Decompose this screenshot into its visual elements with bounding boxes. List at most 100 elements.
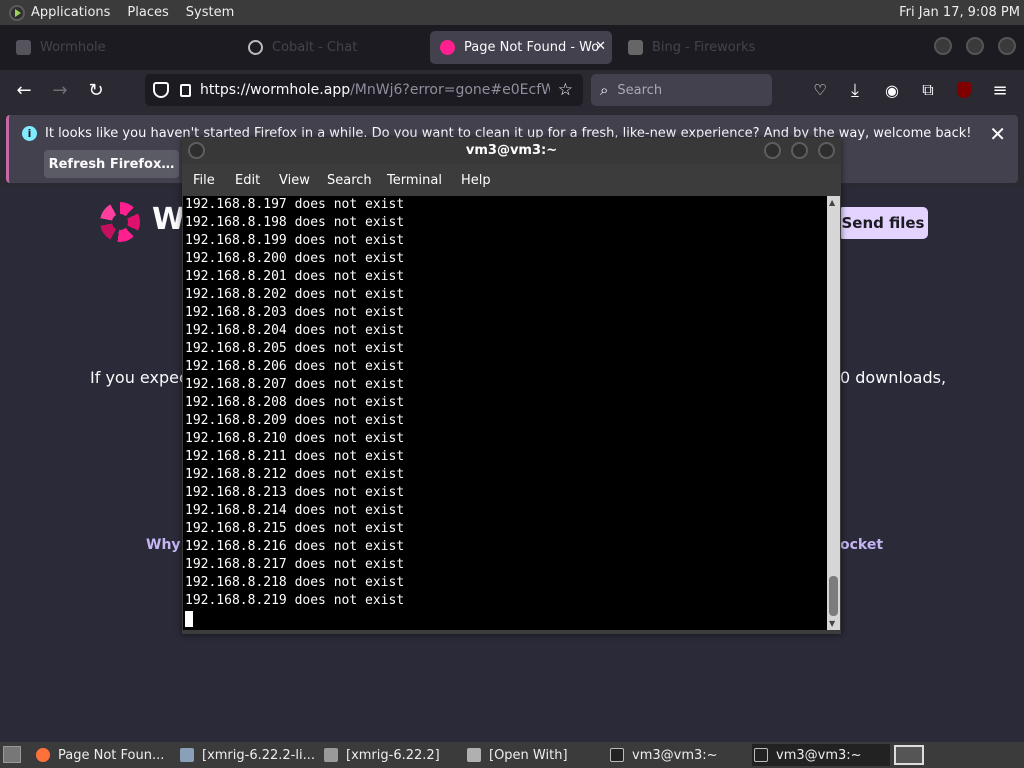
top-panel: Applications Places System Fri Jan 17, 9…	[0, 0, 1024, 25]
firefox-icon	[36, 748, 50, 762]
wormhole-favicon-icon	[16, 40, 31, 55]
workspace-switcher[interactable]	[894, 745, 924, 765]
tab-label: Page Not Found - Wo	[464, 40, 600, 55]
url-bar[interactable]: https://wormhole.app/MnWj6?error=gone#e0…	[145, 74, 583, 106]
maximize-icon[interactable]	[791, 142, 808, 159]
taskbar-item-archive[interactable]: [xmrig-6.22.2-li...	[180, 744, 318, 766]
taskbar-item-terminal-active[interactable]: vm3@vm3:~	[752, 744, 890, 766]
terminal-line: 192.168.8.218 does not exist	[185, 575, 405, 590]
menu-edit[interactable]: Edit	[235, 173, 260, 188]
scroll-down-arrow-icon[interactable]: ▼	[829, 619, 835, 628]
send-files-button[interactable]: Send files	[838, 207, 928, 239]
terminal-title: vm3@vm3:~	[465, 143, 558, 158]
extensions-icon[interactable]: ⧉	[916, 78, 940, 102]
pocket-link[interactable]: ocket	[840, 537, 883, 553]
back-arrow-icon[interactable]: ←	[12, 78, 36, 102]
window-menu-icon[interactable]	[188, 142, 205, 159]
terminal-line: 192.168.8.213 does not exist	[185, 485, 405, 500]
page-text-right: 0 downloads,	[840, 368, 947, 387]
wormhole-favicon-icon	[440, 40, 455, 55]
terminal-line: 192.168.8.199 does not exist	[185, 233, 405, 248]
scrollbar-thumb[interactable]	[829, 576, 838, 616]
lock-icon[interactable]	[180, 83, 191, 97]
terminal-line: 192.168.8.215 does not exist	[185, 521, 405, 536]
scroll-up-arrow-icon[interactable]: ▲	[829, 198, 835, 207]
maximize-icon[interactable]	[966, 37, 984, 55]
tab-label: Bing - Fireworks	[652, 40, 756, 55]
os-logo-icon[interactable]	[9, 4, 25, 21]
terminal-line: 192.168.8.201 does not exist	[185, 269, 405, 284]
search-icon: ⌕	[600, 81, 609, 99]
text-cursor	[185, 610, 193, 627]
terminal-line: 192.168.8.206 does not exist	[185, 359, 405, 374]
ublock-icon[interactable]	[952, 78, 976, 102]
tab-label: Cobalt - Chat	[272, 40, 358, 55]
terminal-line: 192.168.8.200 does not exist	[185, 251, 405, 266]
terminal-line: 192.168.8.212 does not exist	[185, 467, 405, 482]
tab-page-not-found[interactable]: Page Not Found - Wo ✕	[430, 31, 612, 64]
terminal-line: 192.168.8.202 does not exist	[185, 287, 405, 302]
menu-help[interactable]: Help	[461, 173, 491, 188]
forward-arrow-icon[interactable]: →	[48, 78, 72, 102]
tab-wormhole[interactable]: Wormhole	[6, 31, 234, 64]
menu-system[interactable]: System	[186, 5, 234, 20]
terminal-line: 192.168.8.216 does not exist	[185, 539, 405, 554]
refresh-firefox-button[interactable]: Refresh Firefox…	[44, 150, 179, 178]
account-icon[interactable]: ◉	[880, 78, 904, 102]
taskbar-item-open-with[interactable]: [Open With]	[467, 744, 605, 766]
terminal-line: 192.168.8.203 does not exist	[185, 305, 405, 320]
terminal-line: 192.168.8.207 does not exist	[185, 377, 405, 392]
menu-file[interactable]: File	[193, 173, 215, 188]
minimize-icon[interactable]	[934, 37, 952, 55]
terminal-line: 192.168.8.219 does not exist	[185, 593, 405, 608]
taskbar-item-firefox[interactable]: Page Not Foun...	[36, 744, 174, 766]
menu-terminal[interactable]: Terminal	[387, 173, 442, 188]
tab-cobalt[interactable]: Cobalt - Chat	[238, 31, 428, 64]
tab-close-icon[interactable]: ✕	[595, 39, 606, 54]
show-desktop-icon[interactable]	[3, 746, 21, 763]
close-icon[interactable]	[818, 142, 835, 159]
menu-applications[interactable]: Applications	[31, 5, 110, 20]
close-icon[interactable]: ✕	[989, 122, 1006, 146]
terminal-icon	[754, 748, 768, 762]
terminal-prompt-line	[185, 610, 827, 628]
menu-view[interactable]: View	[279, 173, 310, 188]
reload-icon[interactable]: ↻	[84, 78, 108, 102]
archive-icon	[180, 748, 194, 762]
terminal-output[interactable]: 192.168.8.197 does not exist 192.168.8.1…	[183, 196, 827, 630]
tracking-shield-icon[interactable]	[153, 82, 169, 98]
hamburger-menu-icon[interactable]: ≡	[988, 78, 1012, 102]
close-window-icon[interactable]	[998, 37, 1016, 55]
menu-places[interactable]: Places	[127, 5, 168, 20]
taskbar-item-terminal[interactable]: vm3@vm3:~	[610, 744, 748, 766]
downloads-icon[interactable]: ⤓	[843, 78, 867, 102]
terminal-line: 192.168.8.208 does not exist	[185, 395, 405, 410]
menu-search[interactable]: Search	[327, 173, 372, 188]
bookmark-star-icon[interactable]: ☆	[558, 80, 573, 100]
terminal-scrollbar[interactable]: ▲ ▼	[827, 196, 840, 630]
taskbar-item-folder[interactable]: [xmrig-6.22.2]	[324, 744, 462, 766]
bing-favicon-icon	[628, 40, 643, 55]
pocket-icon[interactable]: ♡	[808, 78, 832, 102]
terminal-line: 192.168.8.198 does not exist	[185, 215, 405, 230]
wormhole-logo-icon[interactable]	[100, 202, 140, 242]
clock[interactable]: Fri Jan 17, 9:08 PM	[899, 0, 1020, 25]
taskbar-label: Page Not Foun...	[58, 747, 165, 763]
url-host: https://wormhole.app	[200, 82, 351, 98]
terminal-line: 192.168.8.197 does not exist	[185, 197, 405, 212]
minimize-icon[interactable]	[764, 142, 781, 159]
info-icon: i	[22, 126, 37, 141]
bottom-taskbar: Page Not Foun... [xmrig-6.22.2-li... [xm…	[0, 742, 1024, 768]
terminal-titlebar[interactable]: vm3@vm3:~	[182, 138, 841, 164]
clock-time: 9:08 PM	[967, 5, 1020, 20]
terminal-window[interactable]: vm3@vm3:~ File Edit View Search Terminal…	[182, 138, 841, 634]
url-path: /MnWj6?error=gone#e0EcfW3U	[350, 82, 551, 98]
terminal-line: 192.168.8.209 does not exist	[185, 413, 405, 428]
folder-icon	[324, 748, 338, 762]
search-bar[interactable]: ⌕ Search	[591, 74, 772, 106]
search-placeholder: Search	[617, 82, 663, 98]
terminal-menubar: File Edit View Search Terminal Help	[182, 168, 841, 194]
taskbar-label: vm3@vm3:~	[632, 747, 718, 763]
terminal-line: 192.168.8.217 does not exist	[185, 557, 405, 572]
tab-bing[interactable]: Bing - Fireworks	[618, 31, 838, 64]
